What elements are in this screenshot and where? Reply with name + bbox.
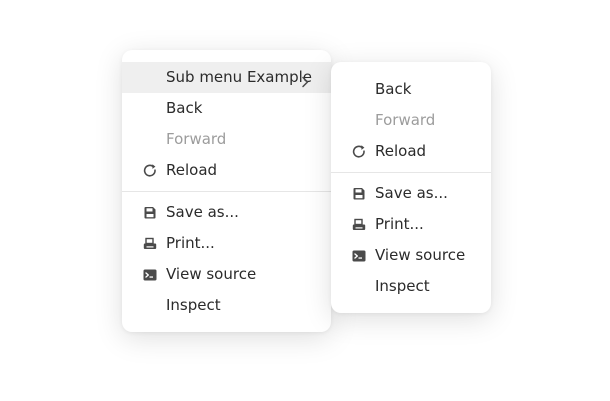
menu-item-label: Print...: [375, 215, 424, 233]
print-icon: [351, 217, 367, 233]
menu-item-forward: Forward: [122, 124, 331, 155]
menu-item-label: Save as...: [375, 184, 448, 202]
submenu-item-forward: Forward: [331, 105, 491, 136]
menu-divider: [331, 172, 491, 173]
submenu-item-reload[interactable]: Reload: [331, 136, 491, 167]
menu-item-label: View source: [375, 246, 466, 264]
menu-item-save-as[interactable]: Save as...: [122, 197, 331, 228]
save-icon: [142, 205, 158, 221]
menu-item-label: View source: [166, 265, 257, 283]
submenu-item-save-as[interactable]: Save as...: [331, 178, 491, 209]
menu-item-label: Reload: [375, 142, 427, 160]
reload-icon: [351, 144, 367, 160]
menu-item-view-source[interactable]: View source: [122, 259, 331, 290]
chevron-right-icon: [299, 70, 311, 88]
context-menu: Sub menu Example Back Forward Reload Sav…: [122, 50, 331, 332]
menu-item-back[interactable]: Back: [122, 93, 331, 124]
menu-item-reload[interactable]: Reload: [122, 155, 331, 186]
menu-item-label: Save as...: [166, 203, 239, 221]
save-icon: [351, 186, 367, 202]
menu-item-label: Forward: [166, 130, 227, 148]
menu-item-label: Back: [375, 80, 412, 98]
submenu-item-view-source[interactable]: View source: [331, 240, 491, 271]
menu-item-inspect[interactable]: Inspect: [122, 290, 331, 321]
reload-icon: [142, 163, 158, 179]
menu-item-sub-menu-example[interactable]: Sub menu Example: [122, 62, 331, 93]
menu-divider: [122, 191, 331, 192]
terminal-icon: [142, 267, 158, 283]
terminal-icon: [351, 248, 367, 264]
sub-menu: Back Forward Reload Save as... Print...: [331, 62, 491, 313]
menu-item-print[interactable]: Print...: [122, 228, 331, 259]
menu-item-label: Reload: [166, 161, 218, 179]
menu-item-label: Back: [166, 99, 203, 117]
menu-item-label: Forward: [375, 111, 436, 129]
context-menu-demo: Sub menu Example Back Forward Reload Sav…: [0, 0, 610, 401]
menu-item-label: Inspect: [166, 296, 221, 314]
submenu-item-back[interactable]: Back: [331, 74, 491, 105]
submenu-item-print[interactable]: Print...: [331, 209, 491, 240]
print-icon: [142, 236, 158, 252]
menu-item-label: Sub menu Example: [166, 68, 313, 86]
submenu-item-inspect[interactable]: Inspect: [331, 271, 491, 302]
menu-item-label: Inspect: [375, 277, 430, 295]
menu-item-label: Print...: [166, 234, 215, 252]
